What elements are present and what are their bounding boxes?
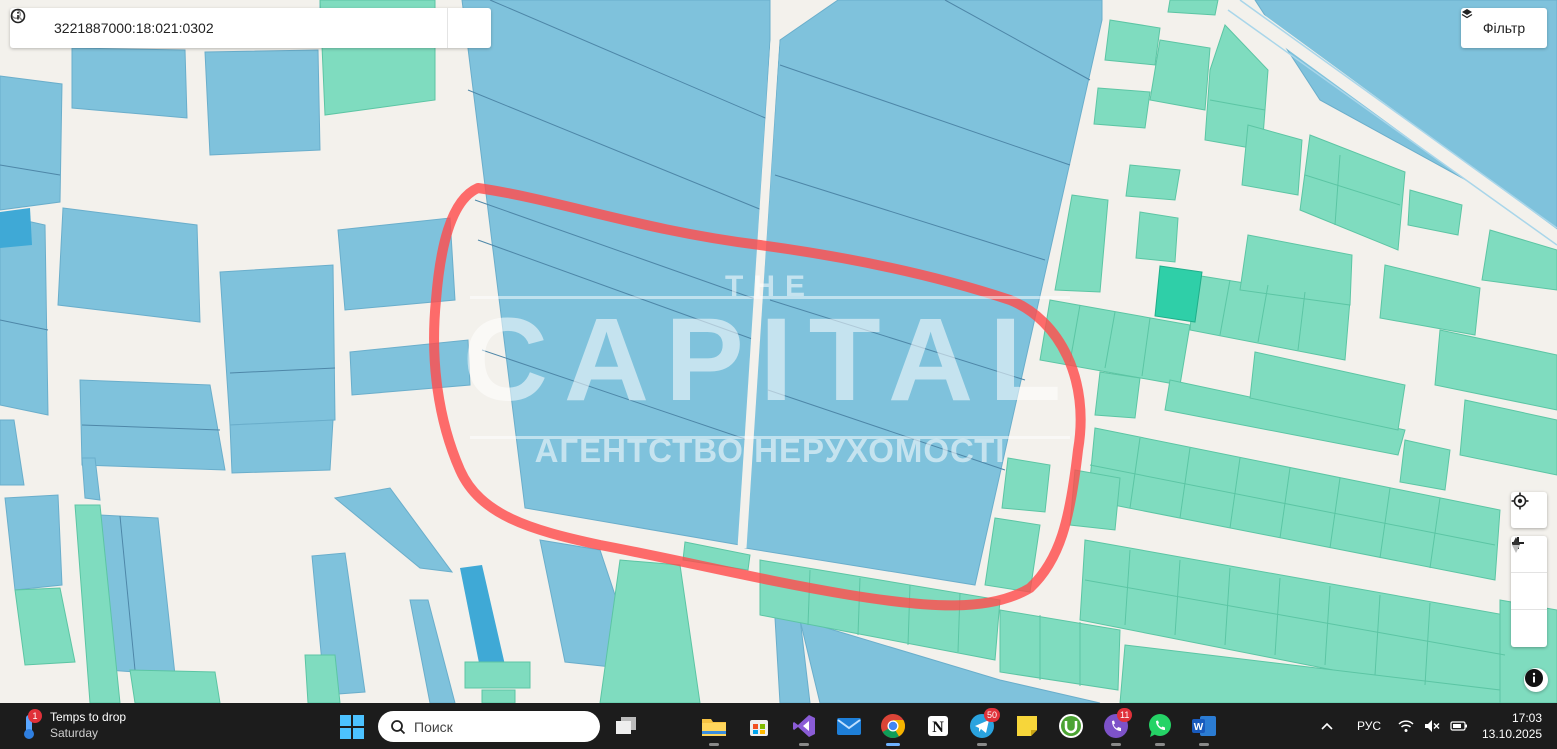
compass-button[interactable] (1511, 537, 1547, 647)
microsoft-store-icon[interactable] (745, 712, 773, 740)
clock-time: 17:03 (1511, 711, 1542, 725)
parcel[interactable] (57, 207, 201, 323)
notion-icon[interactable]: N (924, 712, 952, 740)
attribution-button[interactable] (1524, 668, 1548, 692)
windows-logo-icon (340, 715, 364, 739)
file-explorer-icon[interactable] (700, 712, 728, 746)
screen: THE CAPITAL АГЕНТСТВО НЕРУХОМОСТІ Фільтр (0, 0, 1557, 749)
parcel[interactable] (0, 208, 32, 248)
filter-label: Фільтр (1482, 20, 1526, 36)
parcel[interactable] (219, 264, 336, 426)
svg-text:N: N (932, 719, 944, 736)
crosshair-icon (1511, 492, 1529, 510)
parcel[interactable] (1001, 457, 1051, 513)
cadastral-map[interactable]: THE CAPITAL АГЕНТСТВО НЕРУХОМОСТІ Фільтр (0, 0, 1557, 703)
chrome-icon[interactable] (879, 712, 907, 746)
parcel[interactable] (79, 379, 226, 471)
whatsapp-icon[interactable] (1146, 712, 1174, 746)
clock[interactable]: 17:03 13.10.2025 (1482, 710, 1542, 742)
compass-icon (1512, 537, 1520, 553)
task-view-icon[interactable] (612, 712, 640, 740)
weather-widget[interactable]: 1 Temps to drop Saturday (18, 709, 126, 741)
weather-badge: 1 (28, 709, 42, 723)
taskbar-search-label: Поиск (414, 718, 453, 735)
parcel[interactable] (129, 669, 221, 703)
selected-parcel[interactable] (1154, 265, 1203, 323)
info-icon (1525, 669, 1543, 687)
wifi-icon (1398, 720, 1414, 732)
parcel[interactable] (4, 494, 63, 591)
info-icon (10, 8, 26, 24)
tray-overflow-chevron[interactable] (1320, 703, 1334, 749)
layers-icon (1461, 9, 1473, 19)
parcel[interactable] (1149, 39, 1211, 111)
word-icon[interactable]: W (1190, 712, 1218, 746)
parcel[interactable] (1135, 211, 1179, 263)
utorrent-icon[interactable] (1057, 712, 1085, 740)
parcel[interactable] (1093, 87, 1151, 129)
weather-subtitle: Saturday (50, 726, 99, 740)
taskbar-search[interactable]: Поиск (378, 711, 600, 742)
parcel[interactable] (1167, 0, 1219, 16)
battery-icon (1450, 721, 1467, 731)
svg-text:W: W (1194, 722, 1204, 733)
locate-button[interactable] (1511, 492, 1547, 528)
filter-button[interactable]: Фільтр (1461, 8, 1547, 48)
system-tray-icons[interactable] (1398, 703, 1468, 749)
visual-studio-icon[interactable] (790, 712, 818, 746)
viber-badge: 11 (1117, 708, 1133, 722)
cadastral-search-box (10, 8, 491, 48)
parcel[interactable] (304, 654, 341, 703)
zoom-controls (1511, 536, 1547, 647)
thermometer-icon: 1 (18, 709, 42, 741)
windows-taskbar: 1 Temps to drop Saturday Поиск N 50 11 W… (0, 703, 1557, 749)
parcel[interactable] (229, 419, 334, 474)
cadastral-number-input[interactable] (54, 8, 447, 48)
telegram-badge: 50 (984, 708, 1001, 722)
chevron-up-icon (1321, 722, 1333, 730)
parcel[interactable] (464, 661, 531, 689)
viber-icon[interactable]: 11 (1102, 708, 1133, 746)
language-indicator[interactable]: РУС (1357, 703, 1381, 749)
parcel[interactable] (204, 49, 321, 156)
weather-title: Temps to drop (50, 710, 127, 724)
sticky-notes-icon[interactable] (1013, 712, 1041, 740)
clock-date: 13.10.2025 (1482, 727, 1543, 741)
start-button[interactable] (338, 713, 366, 741)
search-icon (391, 719, 406, 734)
parcel[interactable] (0, 75, 63, 211)
info-button[interactable] (10, 8, 491, 48)
telegram-icon[interactable]: 50 (968, 708, 1001, 746)
parcel[interactable] (1125, 164, 1181, 201)
parcel[interactable] (1094, 371, 1141, 419)
parcel[interactable] (1104, 19, 1161, 66)
mail-icon[interactable] (835, 712, 863, 740)
map-canvas[interactable] (0, 0, 1557, 703)
zoom-out-button[interactable] (1511, 542, 1547, 610)
parcel[interactable] (71, 47, 188, 119)
speaker-muted-icon (1425, 720, 1440, 732)
parcel[interactable] (481, 689, 516, 703)
